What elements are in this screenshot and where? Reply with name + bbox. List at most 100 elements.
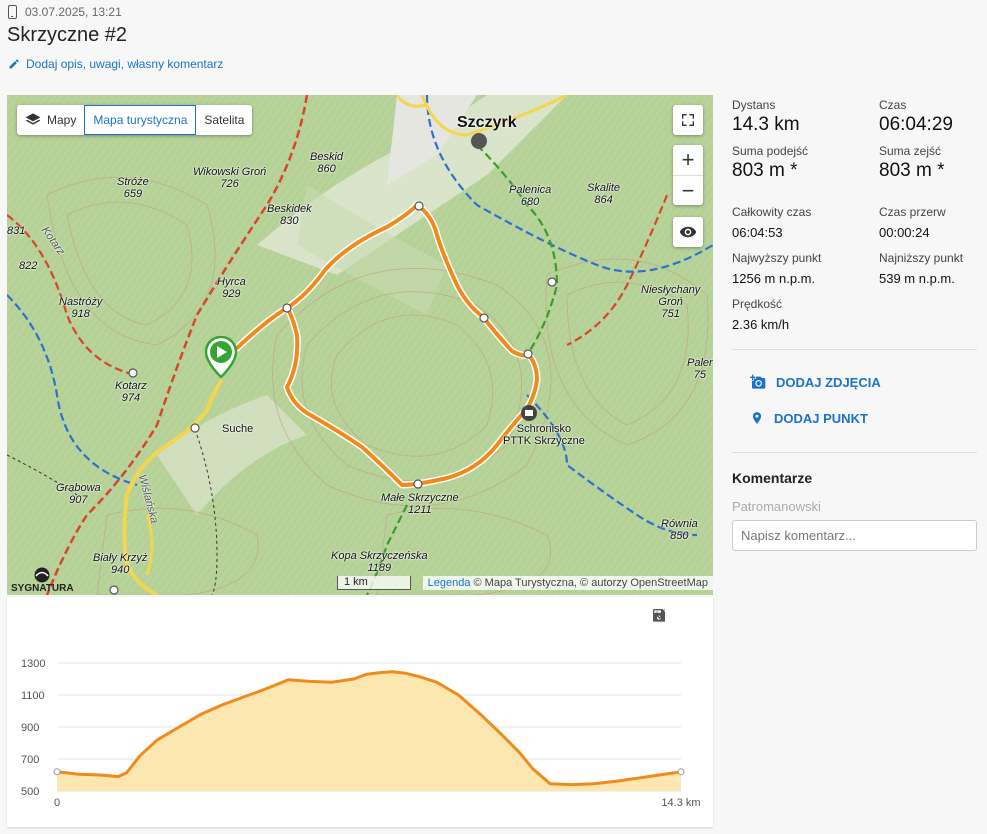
chart-tools bbox=[651, 607, 699, 623]
map-label-822: 822 bbox=[19, 260, 38, 272]
add-point-button[interactable]: DODAJ PUNKT bbox=[750, 410, 868, 426]
map-label-nieslychany: Niesłychany Groń 751 bbox=[641, 284, 701, 320]
stat-highest-point: Najwyższy punkt 1256 m n.p.m. bbox=[732, 251, 821, 286]
stat-value: 1256 m n.p.m. bbox=[732, 271, 816, 286]
page-title: Skrzyczne #2 bbox=[7, 24, 128, 46]
stat-value: 00:00:24 bbox=[879, 225, 930, 240]
stat-speed: Prędkość 2.36 km/h bbox=[732, 297, 789, 332]
stat-value: 539 m n.p.m. bbox=[879, 271, 955, 286]
stat-break-time: Czas przerw 00:00:24 bbox=[879, 205, 946, 240]
stat-value: 14.3 km bbox=[732, 114, 800, 135]
date-header: 03.07.2025, 13:21 bbox=[8, 5, 122, 19]
stat-label: Całkowity czas bbox=[732, 205, 812, 219]
activity-date: 03.07.2025, 13:21 bbox=[25, 5, 122, 19]
attribution-text: © Mapa Turystyczna, © autorzy OpenStreet… bbox=[473, 577, 708, 589]
elevation-area bbox=[57, 671, 681, 791]
stat-value: 803 m * bbox=[732, 160, 798, 181]
map-label-bialy-krzyz: Biały Krzyż 940 bbox=[93, 552, 148, 576]
map-label-wikowski: Wikowski Groń 726 bbox=[193, 166, 267, 190]
map-label-male-skrzyczne: Małe Skrzyczne 1211 bbox=[381, 492, 459, 516]
legend-link[interactable]: Legenda bbox=[428, 577, 471, 589]
layer-mapy-label: Mapy bbox=[47, 113, 77, 127]
fullscreen-icon bbox=[682, 114, 694, 126]
add-photos-label: DODAJ ZDJĘCIA bbox=[776, 374, 881, 390]
stat-value: 2.36 km/h bbox=[732, 317, 790, 332]
zoom-control: + − bbox=[673, 145, 703, 205]
map-label-rownia: Równia 850 bbox=[661, 518, 698, 542]
y-tick-label: 1300 bbox=[21, 658, 45, 670]
y-tick-label: 900 bbox=[21, 722, 39, 734]
divider bbox=[732, 349, 977, 350]
layer-satelita-button[interactable]: Satelita bbox=[196, 105, 252, 135]
stat-label: Najniższy punkt bbox=[879, 251, 964, 265]
stat-time: Czas 06:04:29 bbox=[879, 98, 953, 136]
zoom-in-button[interactable]: + bbox=[673, 145, 703, 175]
y-tick-label: 1100 bbox=[21, 690, 45, 702]
map-label-stroze: Stróże 659 bbox=[117, 176, 149, 200]
edit-description-link[interactable]: Dodaj opis, uwagi, własny komentarz bbox=[8, 57, 223, 71]
eye-icon bbox=[679, 226, 697, 238]
comment-user: Patromanowski bbox=[732, 499, 821, 514]
phone-icon bbox=[8, 5, 17, 19]
visibility-button[interactable] bbox=[673, 217, 703, 247]
layer-satelita-label: Satelita bbox=[204, 113, 245, 127]
stat-label: Suma zejść bbox=[879, 144, 942, 158]
stat-label: Najwyższy punkt bbox=[732, 251, 822, 265]
stat-label: Czas bbox=[879, 98, 907, 112]
layer-mapy-button[interactable]: Mapy bbox=[17, 105, 84, 135]
logo-icon bbox=[34, 567, 50, 583]
comment-input[interactable] bbox=[732, 520, 977, 551]
route-map[interactable]: Szczyrk Wikowski Groń 726 Beskid 860 Str… bbox=[7, 95, 713, 595]
layers-icon bbox=[25, 113, 41, 125]
layer-turystyczna-button[interactable]: Mapa turystyczna bbox=[84, 105, 197, 135]
edit-description-label: Dodaj opis, uwagi, własny komentarz bbox=[26, 57, 224, 71]
map-canvas[interactable] bbox=[7, 95, 713, 595]
elevation-start-point bbox=[53, 768, 61, 776]
stat-label: Dystans bbox=[732, 98, 776, 112]
x-tick-label: 0 bbox=[54, 797, 60, 809]
elevation-chart: 500 700 900 1100 1300 0 14.3 km bbox=[7, 597, 713, 827]
start-marker-icon[interactable] bbox=[205, 336, 237, 378]
map-scale: 1 km bbox=[337, 576, 411, 590]
map-label-szczyrk: Szczyrk bbox=[457, 114, 517, 131]
stat-total-time: Całkowity czas 06:04:53 bbox=[732, 205, 811, 240]
add-photo-icon bbox=[750, 374, 766, 389]
add-point-label: DODAJ PUNKT bbox=[774, 410, 868, 426]
city-icon bbox=[471, 133, 487, 149]
zoom-out-button[interactable]: − bbox=[673, 175, 703, 205]
stat-label: Prędkość bbox=[732, 297, 783, 311]
stat-label: Czas przerw bbox=[879, 205, 946, 219]
stat-lowest-point: Najniższy punkt 539 m n.p.m. bbox=[879, 251, 963, 286]
map-label-nastrozy: Nastróży 918 bbox=[59, 296, 103, 320]
elevation-chart-svg: 500 700 900 1100 1300 0 14.3 km bbox=[21, 658, 701, 809]
comments-heading: Komentarze bbox=[732, 470, 813, 486]
map-layer-switch: Mapy Mapa turystyczna Satelita bbox=[17, 105, 253, 135]
map-label-skalite: Skalite 864 bbox=[587, 182, 621, 206]
save-icon bbox=[653, 609, 665, 621]
fullscreen-button[interactable] bbox=[673, 105, 703, 135]
stat-distance: Dystans 14.3 km bbox=[732, 98, 800, 136]
map-label-grabowa: Grabowa 907 bbox=[56, 482, 101, 506]
map-attribution: Legenda © Mapa Turystyczna, © autorzy Op… bbox=[422, 576, 713, 590]
divider bbox=[732, 452, 977, 453]
add-photos-button[interactable]: DODAJ ZDJĘCIA bbox=[750, 374, 881, 390]
elevation-end-point bbox=[677, 768, 685, 776]
map-label-beskid: Beskid 860 bbox=[310, 151, 344, 175]
y-tick-label: 700 bbox=[21, 754, 39, 766]
map-label-kotarz: Kotarz 974 bbox=[115, 380, 147, 404]
stat-ascent: Suma podejść 803 m * bbox=[732, 144, 808, 182]
stat-value: 06:04:53 bbox=[732, 225, 783, 240]
save-chart-button[interactable] bbox=[653, 607, 699, 623]
pencil-icon bbox=[9, 59, 19, 69]
stat-value: 803 m * bbox=[879, 160, 945, 181]
map-label-hyrca: Hyrca 929 bbox=[217, 276, 246, 300]
map-label-paler: Paler 75 bbox=[687, 357, 713, 381]
map-label-suche: Suche bbox=[222, 423, 254, 435]
location-pin-icon bbox=[752, 412, 762, 424]
x-tick-label: 14.3 km bbox=[661, 797, 700, 809]
sygnatura-logo: SYGNATURA bbox=[11, 567, 74, 594]
stat-descent: Suma zejść 803 m * bbox=[879, 144, 944, 182]
map-label-schronisko: Schronisko PTTK Skrzyczne bbox=[503, 423, 585, 447]
map-label-beskidek: Beskidek 830 bbox=[267, 203, 312, 227]
stat-label: Suma podejść bbox=[732, 144, 809, 158]
